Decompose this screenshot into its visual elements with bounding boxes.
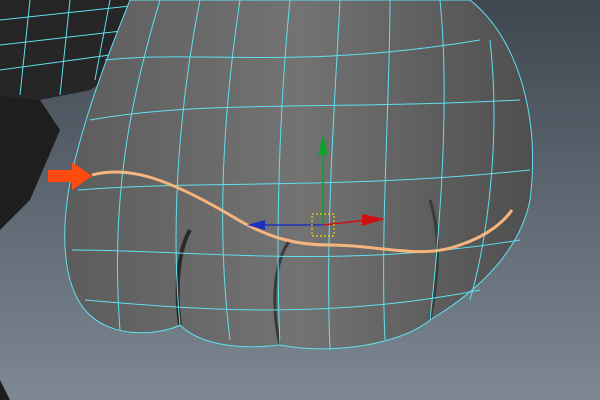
hand-mesh bbox=[64, 0, 533, 351]
3d-viewport[interactable] bbox=[0, 0, 600, 400]
